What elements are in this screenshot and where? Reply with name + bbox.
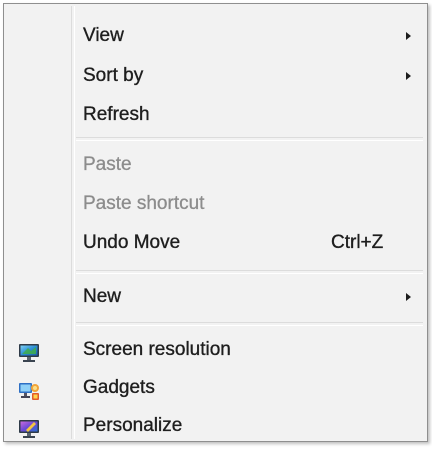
desktop-context-menu: View Sort by Refresh Paste Paste shortcu… bbox=[3, 3, 428, 442]
personalize-icon bbox=[18, 416, 40, 438]
menu-item-undo-move[interactable]: Undo Move Ctrl+Z bbox=[6, 225, 425, 261]
menu-item-screen-resolution-label: Screen resolution bbox=[83, 339, 231, 360]
menu-item-paste: Paste bbox=[6, 147, 425, 183]
menu-item-sort-by-label: Sort by bbox=[83, 65, 144, 86]
menu-item-paste-shortcut-label: Paste shortcut bbox=[83, 193, 205, 214]
menu-item-paste-shortcut: Paste shortcut bbox=[6, 186, 425, 222]
menu-separator bbox=[76, 322, 423, 326]
gadgets-icon bbox=[18, 378, 40, 400]
menu-item-paste-label: Paste bbox=[83, 154, 132, 175]
menu-item-personalize[interactable]: Personalize bbox=[6, 408, 425, 444]
undo-move-shortcut: Ctrl+Z bbox=[331, 232, 384, 253]
menu-item-personalize-label: Personalize bbox=[83, 415, 183, 436]
menu-separator bbox=[76, 270, 423, 274]
menu-item-gadgets[interactable]: Gadgets bbox=[6, 370, 425, 406]
menu-separator bbox=[76, 137, 423, 141]
menu-item-screen-resolution[interactable]: Screen resolution bbox=[6, 332, 425, 368]
menu-item-sort-by[interactable]: Sort by bbox=[6, 58, 425, 94]
menu-item-new-label: New bbox=[83, 286, 122, 307]
monitor-icon bbox=[18, 340, 40, 362]
menu-item-view[interactable]: View bbox=[6, 18, 425, 54]
submenu-arrow-icon bbox=[406, 293, 411, 301]
submenu-arrow-icon bbox=[406, 72, 411, 80]
menu-item-new[interactable]: New bbox=[6, 279, 425, 315]
menu-item-refresh[interactable]: Refresh bbox=[6, 97, 425, 133]
menu-item-refresh-label: Refresh bbox=[83, 104, 150, 125]
menu-item-view-label: View bbox=[83, 25, 124, 46]
submenu-arrow-icon bbox=[406, 32, 411, 40]
menu-item-undo-move-label: Undo Move bbox=[83, 232, 181, 253]
menu-item-gadgets-label: Gadgets bbox=[83, 377, 155, 398]
